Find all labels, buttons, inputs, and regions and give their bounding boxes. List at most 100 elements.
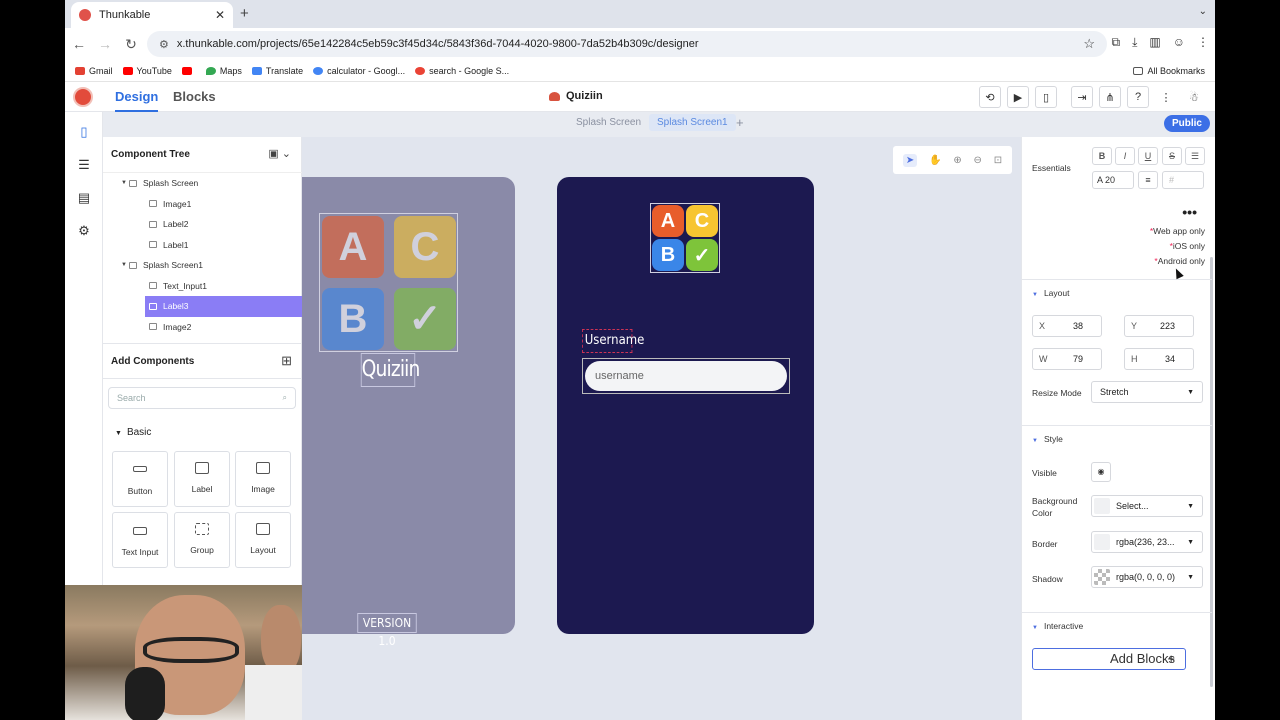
tree-item-splash-screen1[interactable]: ▼ Splash Screen1 bbox=[103, 255, 302, 276]
splash-screen-preview[interactable]: A C B ✓ Quiziin VERSION 1.0 bbox=[302, 177, 515, 648]
browser-tab[interactable]: Thunkable ✕ bbox=[71, 2, 233, 28]
menu-icon[interactable]: ⋮ bbox=[1197, 35, 1209, 50]
italic-icon[interactable]: I bbox=[1115, 147, 1135, 165]
label-quiziin-title[interactable]: Quiziin bbox=[360, 353, 420, 387]
screen-tabs-bar: Splash Screen Splash Screen1 + Public bbox=[103, 112, 1215, 137]
tree-item-image1[interactable]: Image1 bbox=[103, 194, 302, 215]
close-tab-icon[interactable]: ✕ bbox=[215, 8, 225, 22]
text-align-icon[interactable]: ☰ bbox=[1185, 147, 1205, 165]
tree-item-image2[interactable]: Image2 bbox=[103, 317, 302, 338]
history-icon[interactable]: ⟲ bbox=[979, 86, 1001, 108]
zoom-out-icon[interactable]: ⊖ bbox=[974, 155, 982, 166]
component-text-input[interactable]: Text Input bbox=[112, 512, 168, 568]
component-image[interactable]: Image bbox=[235, 451, 291, 507]
add-blocks-button[interactable]: Add Blocks + bbox=[1032, 648, 1186, 670]
component-button[interactable]: Button bbox=[112, 451, 168, 507]
settings-icon[interactable]: ⚙ bbox=[75, 223, 93, 241]
bookmark-youtube-icon[interactable] bbox=[181, 66, 196, 75]
height-field[interactable]: H 34 bbox=[1124, 348, 1194, 370]
label3-username[interactable]: Username bbox=[582, 329, 644, 353]
visibility-eye-icon[interactable]: ◉ bbox=[1091, 462, 1111, 482]
shadow-select[interactable]: rgba(0, 0, 0, 0) ▼ bbox=[1091, 566, 1203, 588]
component-layout[interactable]: Layout bbox=[235, 512, 291, 568]
database-icon[interactable]: ☰ bbox=[75, 157, 93, 175]
url-bar[interactable]: ⚙ x.thunkable.com/projects/65e142284c5eb… bbox=[147, 31, 1107, 57]
splash-screen1-preview[interactable]: A C B ✓ Username username bbox=[557, 177, 814, 634]
tab-design[interactable]: Design bbox=[115, 89, 159, 112]
letter-spacing-field[interactable]: # bbox=[1162, 171, 1204, 189]
sidebar-icon[interactable]: ▥ bbox=[1149, 35, 1160, 50]
underline-icon[interactable]: U bbox=[1138, 147, 1158, 165]
screen-tab-splash[interactable]: Splash Screen bbox=[576, 117, 641, 128]
pan-tool-icon[interactable]: ✋ bbox=[929, 155, 941, 166]
add-component-plus-icon[interactable]: ⊞ bbox=[281, 353, 292, 369]
bold-icon[interactable]: B bbox=[1092, 147, 1112, 165]
preview-icon[interactable]: ▶ bbox=[1007, 86, 1029, 108]
x-field[interactable]: X 38 bbox=[1032, 315, 1102, 337]
bookmark-maps[interactable]: Maps bbox=[205, 66, 242, 76]
tree-item-splash-screen[interactable]: ▼ Splash Screen bbox=[103, 173, 302, 194]
design-canvas[interactable]: ➤ ✋ ⊕ ⊖ ⊡ A C B ✓ Quiziin VERSION 1.0 A … bbox=[302, 137, 1021, 720]
strikethrough-icon[interactable]: S bbox=[1162, 147, 1182, 165]
bookmark-calculator[interactable]: calculator - Googl... bbox=[313, 66, 405, 76]
tab-blocks[interactable]: Blocks bbox=[173, 89, 216, 104]
bookmark-gmail[interactable]: Gmail bbox=[75, 66, 113, 76]
font-size-field[interactable]: A 20 bbox=[1092, 171, 1134, 189]
image1-logo[interactable]: A C B ✓ bbox=[319, 213, 458, 352]
line-height-icon[interactable]: ≡ bbox=[1138, 171, 1158, 189]
help-icon[interactable]: ? bbox=[1127, 86, 1149, 108]
image2-logo[interactable]: A C B ✓ bbox=[650, 203, 720, 273]
style-section-header[interactable]: ▼ Style bbox=[1032, 434, 1063, 444]
more-properties-icon[interactable]: ••• bbox=[1182, 204, 1197, 220]
y-field[interactable]: Y 223 bbox=[1124, 315, 1194, 337]
public-button[interactable]: Public bbox=[1163, 115, 1210, 132]
site-settings-icon[interactable]: ⚙ bbox=[159, 38, 169, 51]
tab-search-icon[interactable]: ⌄ bbox=[1199, 6, 1207, 17]
label-version[interactable]: VERSION 1.0 bbox=[357, 613, 417, 648]
text-input1-username[interactable]: username bbox=[582, 358, 790, 394]
bookmark-star-icon[interactable]: ☆ bbox=[1083, 36, 1095, 52]
layout-section-header[interactable]: ▼ Layout bbox=[1032, 288, 1069, 298]
select-tool-icon[interactable]: ➤ bbox=[902, 153, 918, 167]
user-avatar[interactable]: ☃ bbox=[1183, 86, 1205, 108]
new-tab-icon[interactable]: + bbox=[240, 5, 249, 22]
bookmark-translate[interactable]: Translate bbox=[251, 66, 303, 76]
tree-item-label1[interactable]: Label1 bbox=[103, 235, 302, 256]
tree-item-label2[interactable]: Label2 bbox=[103, 214, 302, 235]
zoom-in-icon[interactable]: ⊕ bbox=[953, 155, 961, 166]
tree-item-label3[interactable]: Label3 bbox=[145, 296, 302, 317]
profile-icon[interactable]: ☺ bbox=[1173, 35, 1185, 50]
download-app-icon[interactable]: ⇥ bbox=[1071, 86, 1093, 108]
properties-scrollbar[interactable] bbox=[1210, 257, 1213, 687]
forward-icon[interactable]: → bbox=[93, 36, 117, 52]
share-icon[interactable]: ⋔ bbox=[1099, 86, 1121, 108]
extensions-icon[interactable]: ⧉ bbox=[1112, 35, 1121, 50]
bookmark-youtube[interactable]: YouTube bbox=[122, 66, 172, 76]
resize-mode-select[interactable]: Stretch ▼ bbox=[1091, 381, 1203, 403]
thunkable-logo[interactable] bbox=[73, 87, 93, 107]
assets-icon[interactable]: ▤ bbox=[75, 190, 93, 208]
tree-item-text-input1[interactable]: Text_Input1 bbox=[103, 276, 302, 297]
reload-icon[interactable]: ↻ bbox=[119, 36, 143, 53]
component-label[interactable]: Label bbox=[174, 451, 230, 507]
phone-icon[interactable]: ▯ bbox=[75, 124, 93, 142]
screen-tab-splash1[interactable]: Splash Screen1 bbox=[649, 114, 736, 131]
logo-tile-b: B bbox=[322, 288, 384, 350]
component-search-input[interactable]: Search ⌕ bbox=[108, 387, 296, 409]
interactive-section-header[interactable]: ▼ Interactive bbox=[1032, 621, 1083, 631]
resize-mode-label: Resize Mode bbox=[1032, 388, 1082, 398]
fit-screen-icon[interactable]: ⊡ bbox=[994, 155, 1002, 166]
download-icon[interactable]: ⤓ bbox=[1132, 35, 1137, 50]
add-screen-icon[interactable]: + bbox=[736, 115, 744, 130]
all-bookmarks[interactable]: All Bookmarks bbox=[1133, 66, 1205, 76]
more-options-icon[interactable]: ⋮ bbox=[1155, 86, 1177, 108]
bookmark-search[interactable]: search - Google S... bbox=[415, 66, 509, 76]
background-color-select[interactable]: Select... ▼ bbox=[1091, 495, 1203, 517]
category-basic[interactable]: ▼ Basic bbox=[115, 427, 151, 438]
border-select[interactable]: rgba(236, 23... ▼ bbox=[1091, 531, 1203, 553]
width-field[interactable]: W 79 bbox=[1032, 348, 1102, 370]
component-group[interactable]: Group bbox=[174, 512, 230, 568]
back-icon[interactable]: ← bbox=[67, 36, 91, 52]
component-tree-tools[interactable]: ▣ ⌄ bbox=[268, 147, 291, 160]
live-test-icon[interactable]: ▯ bbox=[1035, 86, 1057, 108]
